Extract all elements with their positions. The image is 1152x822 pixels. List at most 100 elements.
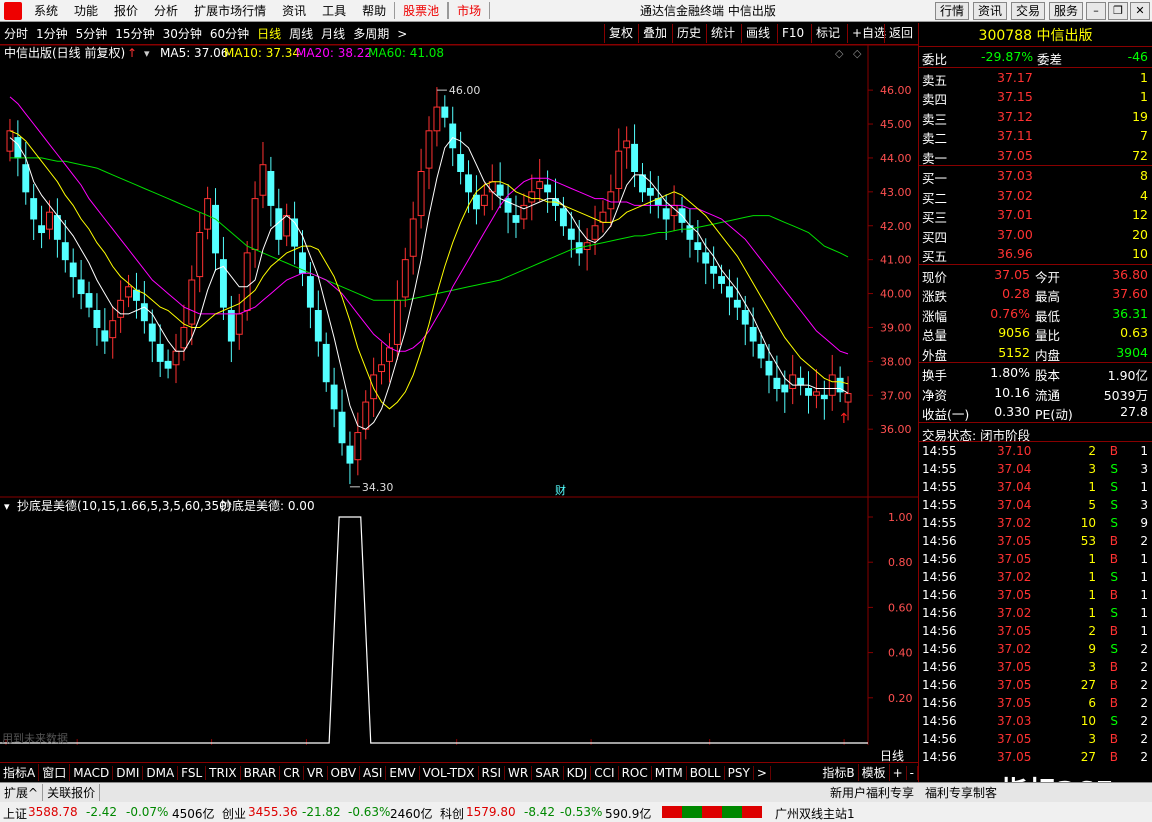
indicator-tab-cr[interactable]: CR (280, 765, 304, 780)
period-daily[interactable]: 日线 (253, 25, 285, 42)
indicator-tab-macd[interactable]: MACD (70, 765, 114, 780)
extension-toggle[interactable]: 扩展^ (0, 784, 44, 801)
menu-item-stock-pool[interactable]: 股票池 (394, 2, 449, 19)
sh-index-name[interactable]: 上证 (3, 805, 27, 822)
stat-label: 现价 (922, 269, 948, 285)
promo-tab-1[interactable]: 新用户福利专享 (830, 784, 914, 801)
tool-mark[interactable]: 标记 (811, 24, 844, 43)
indicator-tab-roc[interactable]: ROC (619, 765, 652, 780)
restore-icon[interactable]: ❐ (1108, 2, 1128, 20)
trade-tab-button[interactable]: 交易 (1011, 2, 1046, 20)
minimize-icon[interactable]: – (1086, 2, 1106, 20)
indicator-tab-cci[interactable]: CCI (591, 765, 619, 780)
kc-index-name[interactable]: 科创 (440, 805, 464, 822)
period-monthly[interactable]: 月线 (317, 25, 349, 42)
period-30min[interactable]: 30分钟 (159, 25, 206, 42)
indicator-tab-vr[interactable]: VR (304, 765, 328, 780)
chart-settings-icon[interactable]: ◇ (853, 47, 862, 60)
indicator-tab-vol-tdx[interactable]: VOL-TDX (420, 765, 479, 780)
menu-item-system[interactable]: 系统 (26, 2, 66, 19)
tool-overlay[interactable]: 叠加 (638, 24, 671, 43)
indicator-tab-dma[interactable]: DMA (143, 765, 179, 780)
finance-marker[interactable]: 财 (555, 483, 566, 497)
ask-volume: 7 (1140, 128, 1148, 143)
indicator-axis-label: 0.60 (888, 601, 913, 614)
menu-item-function[interactable]: 功能 (66, 2, 106, 19)
indicator-b-tab[interactable]: 指标B (819, 764, 859, 781)
tool-f10[interactable]: F10 (777, 24, 808, 43)
quote-tab-button[interactable]: 行情 (935, 2, 970, 20)
chart-diamond-icon[interactable]: ◇ (835, 47, 844, 60)
menu-item-quote[interactable]: 报价 (106, 2, 146, 19)
indicator-tab-asi[interactable]: ASI (360, 765, 387, 780)
menu-item-market[interactable]: 市场 (448, 2, 491, 19)
bid-label: 买三 (922, 210, 948, 225)
indicator-tab-brar[interactable]: BRAR (241, 765, 281, 780)
period-15min[interactable]: 15分钟 (111, 25, 158, 42)
zoom-in-button[interactable]: + (890, 765, 907, 780)
tick-time: 14:55 (922, 480, 957, 494)
stock-code-name[interactable]: 300788 中信出版 (919, 23, 1152, 47)
tick-row: 14:56 37.05 6 B 2 (919, 694, 1152, 712)
period-intraday[interactable]: 分时 (0, 25, 32, 42)
menu-item-ext-market[interactable]: 扩展市场行情 (186, 2, 274, 19)
weibi-label: 委比 (922, 52, 948, 67)
menu-item-analysis[interactable]: 分析 (146, 2, 186, 19)
period-60min[interactable]: 60分钟 (206, 25, 253, 42)
news-tab-button[interactable]: 资讯 (973, 2, 1008, 20)
tick-volume: 1 (1088, 588, 1096, 602)
period-1min[interactable]: 1分钟 (32, 25, 72, 42)
indicator-tab-fsl[interactable]: FSL (178, 765, 207, 780)
promo-tab-2[interactable]: 福利专享制客 (925, 784, 997, 801)
tool-adjust[interactable]: 复权 (604, 24, 637, 43)
quote-panel: 300788 中信出版 委比 -29.87% 委差 -46 卖五 37.17 1 卖四… (918, 23, 1152, 783)
period-5min[interactable]: 5分钟 (72, 25, 112, 42)
indicator-tab-mtm[interactable]: MTM (652, 765, 687, 780)
period-more-icon[interactable]: > (393, 27, 411, 41)
menu-item-help[interactable]: 帮助 (354, 2, 394, 19)
tick-price: 37.05 (997, 534, 1032, 548)
tick-time: 14:56 (922, 732, 957, 746)
tick-row: 14:56 37.05 2 B 1 (919, 622, 1152, 640)
indicator-tab-rsi[interactable]: RSI (479, 765, 506, 780)
tick-count: 2 (1140, 750, 1148, 764)
period-multi[interactable]: 多周期 (349, 25, 393, 42)
service-tab-button[interactable]: 服务 (1049, 2, 1084, 20)
menu-item-tools[interactable]: 工具 (314, 2, 354, 19)
tick-count: 1 (1140, 552, 1148, 566)
server-name[interactable]: 广州双线主站1 (775, 805, 855, 822)
template-tab[interactable]: 模板 (859, 764, 890, 781)
period-weekly[interactable]: 周线 (285, 25, 317, 42)
indicator-collapse-icon[interactable]: ▾ (4, 500, 10, 513)
ask-row: 卖四 37.15 1 (919, 87, 1152, 107)
indicator-tab-emv[interactable]: EMV (386, 765, 420, 780)
kc-index-pct: -0.53% (560, 805, 603, 819)
trade-status: 交易状态: 闭市阶段 (919, 421, 1152, 443)
related-quote-tab[interactable]: 关联报价 (43, 784, 101, 801)
zoom-out-button[interactable]: - (907, 765, 918, 780)
chart-ma-dropdown-icon[interactable]: ▾ (144, 47, 150, 60)
indicator-tab-sar[interactable]: SAR (532, 765, 564, 780)
indicator-tab-boll[interactable]: BOLL (687, 765, 725, 780)
tool-stats[interactable]: 统计 (706, 24, 739, 43)
indicator-tab-trix[interactable]: TRIX (206, 765, 241, 780)
indicator-tab-kdj[interactable]: KDJ (564, 765, 592, 780)
menu-item-news[interactable]: 资讯 (274, 2, 314, 19)
tool-history[interactable]: 历史 (672, 24, 705, 43)
indicator-a-tab[interactable]: 指标A (0, 764, 40, 781)
indicator-tab-wr[interactable]: WR (505, 765, 533, 780)
candle-body (85, 293, 93, 308)
tool-draw[interactable]: 画线 (741, 24, 774, 43)
tick-time: 14:55 (922, 444, 957, 458)
window-tab[interactable]: 窗口 (39, 764, 71, 781)
kline-chart[interactable]: 46.00 45.00 44.00 43.00 42.00 41.00 40.00 39.00… (0, 45, 918, 745)
close-icon[interactable]: ✕ (1130, 2, 1150, 20)
indicator-tab-obv[interactable]: OBV (328, 765, 361, 780)
candle-body (283, 215, 291, 237)
tool-back[interactable]: 返回 (884, 24, 917, 43)
indicator-tab-dmi[interactable]: DMI (113, 765, 144, 780)
indicator-more-icon[interactable]: > (754, 765, 771, 780)
indicator-tab-psy[interactable]: PSY (725, 765, 754, 780)
cyb-index-name[interactable]: 创业 (222, 805, 246, 822)
bid-label: 买四 (922, 229, 948, 245)
